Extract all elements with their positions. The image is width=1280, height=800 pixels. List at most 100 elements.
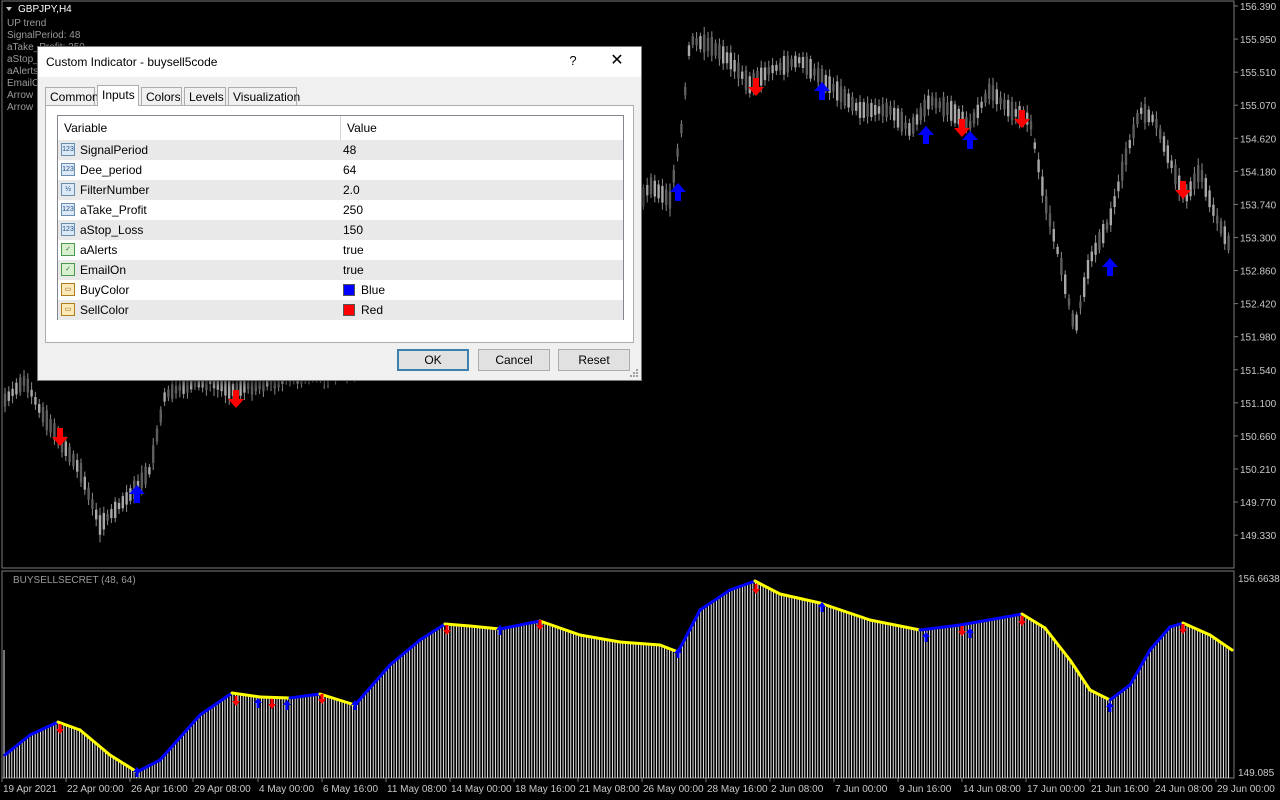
param-row[interactable]: 123 Dee_period 64: [58, 160, 623, 180]
int-icon: 123: [61, 143, 75, 156]
param-name: SignalPeriod: [80, 143, 149, 157]
help-button[interactable]: ?: [562, 49, 584, 73]
symbol-dropdown-icon[interactable]: [6, 7, 12, 11]
tab-inputs[interactable]: Inputs: [97, 85, 139, 106]
param-row[interactable]: 123 SignalPeriod 48: [58, 140, 623, 160]
param-value[interactable]: 48: [343, 140, 356, 160]
candle-body: [668, 191, 672, 209]
candle-body: [847, 93, 850, 108]
param-value[interactable]: Red: [361, 300, 383, 320]
cancel-button[interactable]: Cancel: [478, 349, 550, 371]
column-header-variable[interactable]: Variable: [58, 116, 341, 140]
candle-body: [1223, 226, 1226, 244]
candle-body: [832, 84, 835, 92]
param-row[interactable]: ▭ BuyColor Blue: [58, 280, 623, 300]
candle-body: [1109, 208, 1112, 226]
param-row[interactable]: ▭ SellColor Red: [58, 300, 623, 320]
param-value[interactable]: Blue: [361, 280, 385, 300]
candle-body: [247, 382, 250, 389]
candle-body: [19, 377, 22, 393]
int-icon: 123: [61, 223, 75, 236]
param-value[interactable]: 2.0: [343, 180, 360, 200]
candle-body: [866, 103, 869, 117]
time-label: 22 Apr 00:00: [67, 784, 124, 795]
param-row[interactable]: 123 aStop_Loss 150: [58, 220, 623, 240]
candle-body: [83, 476, 86, 490]
candle-body: [1121, 161, 1124, 181]
dialog-titlebar[interactable]: Custom Indicator - buysell5code ? ✕: [38, 47, 641, 77]
close-button[interactable]: ✕: [604, 49, 630, 73]
candle-body: [912, 116, 915, 134]
parameters-grid[interactable]: Variable Value 123 SignalPeriod 48 123 Dee_p…: [57, 115, 624, 320]
param-row[interactable]: ✓ aAlerts true: [58, 240, 623, 260]
line-up-segment: [676, 608, 702, 654]
candle-body: [984, 93, 987, 103]
sell-arrow-icon: [56, 724, 64, 734]
buy-arrow-icon: [922, 632, 930, 642]
candle-body: [1216, 215, 1219, 224]
buy-arrow-icon: [1106, 702, 1114, 712]
candle-body: [41, 406, 45, 423]
candle-body: [1014, 109, 1017, 117]
column-header-value[interactable]: Value: [341, 116, 623, 140]
indicator-title: BUYSELLSECRET (48, 64): [13, 575, 136, 586]
param-value[interactable]: 150: [343, 220, 363, 240]
price-label: 153.300: [1240, 233, 1277, 244]
candle-body: [167, 389, 170, 398]
line-up-segment: [1148, 625, 1172, 652]
candle-body: [1140, 107, 1143, 114]
tab-levels[interactable]: Levels: [184, 87, 226, 105]
price-label: 154.180: [1240, 167, 1277, 178]
line-up-segment: [1168, 621, 1185, 629]
price-label: 152.860: [1240, 267, 1277, 278]
color-swatch[interactable]: [343, 284, 355, 296]
candle-body: [178, 384, 181, 391]
candle-body: [722, 46, 725, 64]
candle-body: [710, 36, 713, 56]
tab-common[interactable]: Common: [45, 87, 99, 105]
candle-body: [969, 120, 972, 129]
candle-body: [1155, 119, 1158, 129]
candle-body: [171, 384, 174, 399]
param-value[interactable]: true: [343, 240, 364, 260]
candle-body: [763, 67, 767, 81]
param-row[interactable]: ✓ EmailOn true: [58, 260, 623, 280]
candle-body: [1212, 204, 1215, 216]
candle-body: [760, 67, 763, 86]
tab-colors[interactable]: Colors: [141, 87, 182, 105]
line-down-segment: [753, 579, 782, 596]
candle-body: [843, 89, 846, 106]
param-value[interactable]: 250: [343, 200, 363, 220]
candle-body: [1227, 235, 1230, 251]
candle-body: [672, 169, 675, 183]
candle-body: [775, 64, 778, 71]
candle-body: [691, 36, 694, 45]
param-row[interactable]: 123 aTake_Profit 250: [58, 200, 623, 220]
candle-body: [706, 37, 710, 52]
candle-body: [1147, 109, 1150, 123]
indicator-properties-dialog[interactable]: Custom Indicator - buysell5code ? ✕ Comm…: [37, 46, 642, 381]
resize-grip-icon[interactable]: [629, 368, 639, 378]
param-row[interactable]: ½ FilterNumber 2.0: [58, 180, 623, 200]
param-value[interactable]: true: [343, 260, 364, 280]
candle-body: [942, 97, 945, 117]
tab-visualization[interactable]: Visualization: [228, 87, 300, 105]
candle-body: [1189, 181, 1192, 197]
candle-body: [1208, 190, 1211, 208]
param-value[interactable]: 64: [343, 160, 356, 180]
candle-body: [1086, 259, 1090, 279]
time-label: 28 May 16:00: [707, 784, 768, 795]
color-swatch[interactable]: [343, 304, 355, 316]
candle-body: [45, 410, 48, 431]
info-line: SignalPeriod: 48: [7, 30, 81, 41]
candle-body: [1136, 113, 1139, 125]
candle-body: [896, 108, 900, 128]
candle-body: [729, 52, 732, 70]
reset-button[interactable]: Reset: [558, 349, 630, 371]
ok-button[interactable]: OK: [397, 349, 469, 371]
candle-body: [1037, 159, 1040, 173]
candle-body: [148, 467, 151, 475]
candle-body: [163, 392, 166, 402]
candle-body: [904, 122, 907, 129]
candle-body: [243, 380, 246, 393]
